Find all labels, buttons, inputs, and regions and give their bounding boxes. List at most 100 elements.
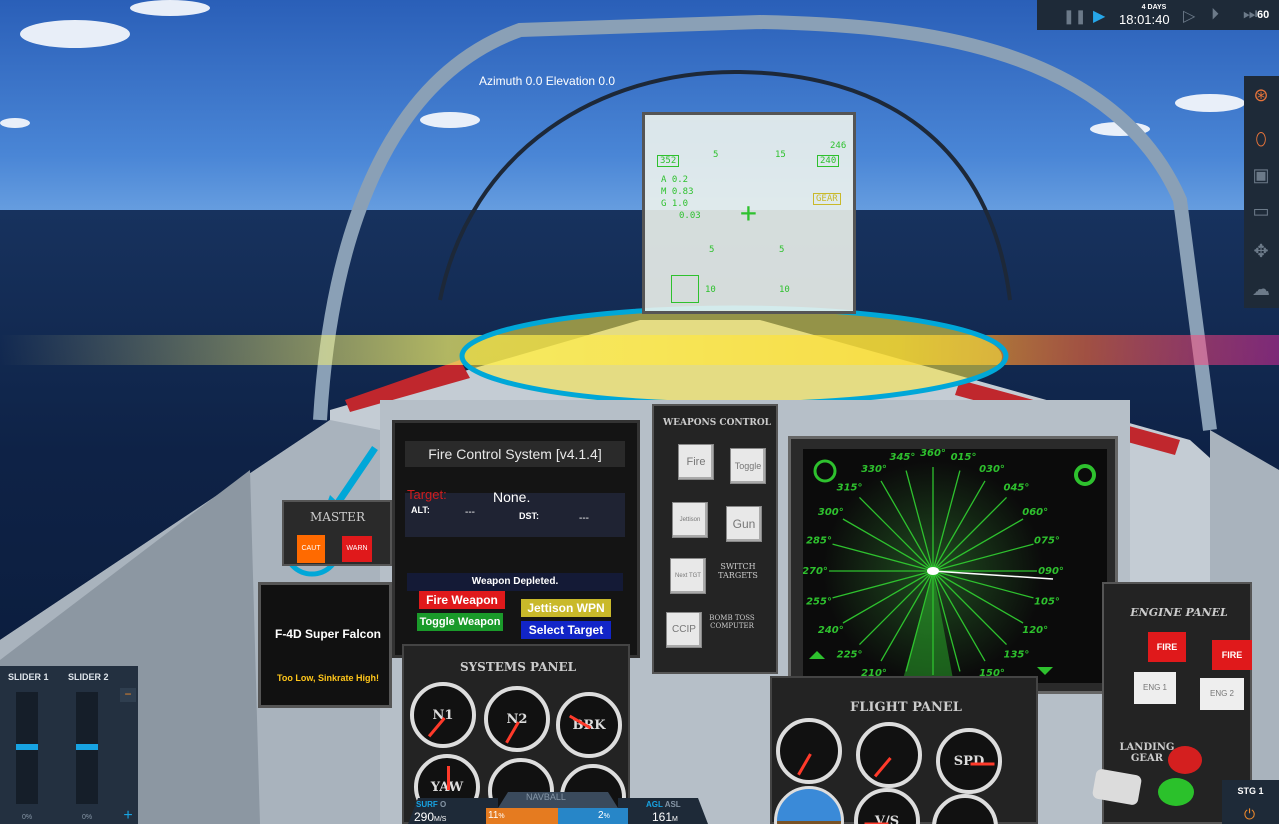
master-caution-button[interactable]: CAUT	[297, 535, 325, 563]
add-slider-button[interactable]: +	[120, 808, 136, 824]
throttle-value: 11%	[488, 810, 505, 821]
flight-gauge	[932, 794, 998, 824]
radar-heading-label: 315°	[837, 483, 863, 494]
radar-panel: 285° 300° 315° 330° 345° 360° 015° 030° 045° 060°…	[788, 436, 1118, 694]
slider-1[interactable]	[16, 692, 38, 804]
fcs-alt-label: ALT:	[411, 505, 430, 515]
gun-button[interactable]: Gun	[726, 506, 762, 542]
switch-targets-label: SWITCH TARGETS	[718, 562, 758, 580]
slider-2[interactable]	[76, 692, 98, 804]
slider-2-handle[interactable]	[76, 744, 98, 750]
play-icon[interactable]: ▶	[1093, 6, 1105, 26]
speed-gauge: SPD	[936, 728, 1002, 794]
fuel-value: 2%	[598, 810, 610, 821]
engine-panel-title: ENGINE PANEL	[1130, 606, 1228, 619]
radar-heading-label: 015°	[951, 452, 977, 463]
gear-warning-light	[1168, 746, 1202, 774]
jettison-weapon-button[interactable]: Jettison WPN	[521, 599, 611, 617]
hud-display: 352 240 246 5 15 A 0.2 M 0.83 G 1.0 0.03…	[642, 112, 856, 314]
flight-panel: FLIGHT PANEL SPD V/S	[770, 676, 1038, 824]
n2-gauge: N2	[484, 686, 550, 752]
time-control-bar: ❚❚ ▶ 4 DAYS 18:01:40 ▷ ⏵ ⏭ 60	[1037, 0, 1279, 30]
navball-bar: SURF O 290M/S NAVBALL 11% 2% AGL ASL 161…	[408, 790, 708, 824]
master-title: MASTER	[310, 510, 365, 524]
navball-toggle-label[interactable]: NAVBALL	[526, 792, 566, 802]
day-counter: 4 DAYS	[1141, 4, 1167, 11]
move-icon[interactable]: ✥	[1250, 240, 1272, 262]
radar-heading-label: 120°	[1022, 625, 1048, 636]
altitude-mode-label: AGL ASL	[646, 800, 681, 809]
radar-display: 285° 300° 315° 330°345° 360° 015°030° 045° 060°…	[803, 449, 1107, 683]
collapse-sliders-button[interactable]: −	[120, 688, 136, 702]
master-panel: MASTER CAUT WARN	[282, 500, 392, 566]
weather-icon[interactable]: ☁	[1250, 278, 1272, 300]
gear-down-light	[1158, 778, 1194, 806]
fcs-dst-label: DST:	[519, 511, 539, 521]
staging-icon[interactable]: ⬯	[1250, 128, 1272, 150]
weapon-jettison-button[interactable]: Jettison	[672, 502, 708, 538]
attitude-indicator	[774, 786, 844, 824]
radar-heading-label: 330°	[861, 464, 887, 475]
hud-gear-label: GEAR	[813, 193, 841, 205]
fire-weapon-button[interactable]: Fire Weapon	[419, 591, 505, 609]
slider-panel: SLIDER 1 SLIDER 2 0% 0% − +	[0, 666, 138, 824]
toggle-weapon-button[interactable]: Toggle Weapon	[417, 613, 503, 631]
fast-forward-icon[interactable]: ⏵	[1211, 6, 1219, 24]
engine-1-button[interactable]: ENG 1	[1134, 672, 1176, 704]
aircraft-name: F-4D Super Falcon	[274, 627, 381, 641]
camera-readout: Azimuth 0.0 Elevation 0.0	[479, 74, 616, 88]
weapon-toggle-button[interactable]: Toggle	[730, 448, 766, 484]
weapon-fire-button[interactable]: Fire	[678, 444, 714, 480]
window-icon[interactable]: ▣	[1250, 164, 1272, 186]
radar-heading-label: 090°	[1038, 566, 1064, 577]
fcs-target-label: Target:	[407, 487, 447, 502]
game-clock: 18:01:40	[1119, 12, 1170, 27]
engine-1-fire-button[interactable]: FIRE	[1148, 632, 1186, 662]
radar-heading-label: 285°	[806, 535, 832, 546]
step-forward-icon[interactable]: ▷	[1183, 6, 1195, 26]
next-target-button[interactable]: Next TGT	[670, 558, 706, 594]
radar-heading-label: 360°	[920, 449, 946, 459]
radar-heading-label: 045°	[1004, 483, 1030, 494]
master-warn-button[interactable]: WARN	[342, 536, 372, 562]
n1-gauge: N1	[410, 682, 476, 748]
radar-heading-label: 225°	[837, 649, 863, 660]
engine-2-fire-button[interactable]: FIRE	[1212, 640, 1252, 670]
flight-gauge	[856, 722, 922, 788]
activate-stage-icon[interactable]: ⏻	[1244, 806, 1255, 823]
ccip-button[interactable]: CCIP	[666, 612, 702, 648]
flight-gauge	[776, 718, 842, 784]
weapons-control-panel: WEAPONS CONTROL Fire Toggle Jettison Gun…	[652, 404, 778, 674]
weapons-control-title: WEAPONS CONTROL	[663, 418, 771, 428]
time-warp-icon[interactable]: ⏭	[1243, 6, 1257, 24]
pause-icon[interactable]: ❚❚	[1063, 8, 1086, 25]
vertical-speed-gauge: V/S	[854, 788, 920, 824]
time-warp-value: 60	[1257, 9, 1270, 21]
canopy-frame	[0, 14, 1279, 824]
stage-label: STG 1	[1237, 786, 1264, 796]
radar-heading-label: 135°	[1004, 649, 1030, 660]
surface-speed: 290M/S	[414, 810, 447, 824]
camera-icon[interactable]: ▭	[1250, 200, 1272, 222]
game-viewport[interactable]: Azimuth 0.0 Elevation 0.0 352 240 246 5 …	[0, 0, 1279, 824]
radar-heading-label: 075°	[1034, 535, 1060, 546]
slider-1-handle[interactable]	[16, 744, 38, 750]
brake-gauge: BRK	[556, 692, 622, 758]
engine-2-button[interactable]: ENG 2	[1200, 678, 1244, 710]
aircraft-nameplate: F-4D Super Falcon Too Low, Sinkrate High…	[258, 582, 392, 708]
radar-heading-label: 060°	[1022, 507, 1048, 518]
select-target-button[interactable]: Select Target	[521, 621, 611, 639]
fcs-status: Weapon Depleted.	[407, 573, 623, 591]
altitude-value: 161M	[652, 810, 678, 824]
fcs-target-value: None.	[493, 489, 531, 505]
fcs-title: Fire Control System [v4.1.4]	[405, 441, 625, 467]
radar-heading-label: 240°	[818, 625, 844, 636]
radar-heading-label: 030°	[979, 464, 1005, 475]
flight-warning: Too Low, Sinkrate High!	[277, 673, 379, 683]
orbit-icon[interactable]: ⊛	[1250, 84, 1272, 106]
slider-2-label: SLIDER 2	[68, 672, 109, 682]
fcs-dst-value: ---	[579, 513, 589, 524]
radar-heading-label: 300°	[818, 507, 844, 518]
radar-heading-label: 270°	[803, 566, 828, 577]
flight-panel-title: FLIGHT PANEL	[850, 700, 962, 715]
